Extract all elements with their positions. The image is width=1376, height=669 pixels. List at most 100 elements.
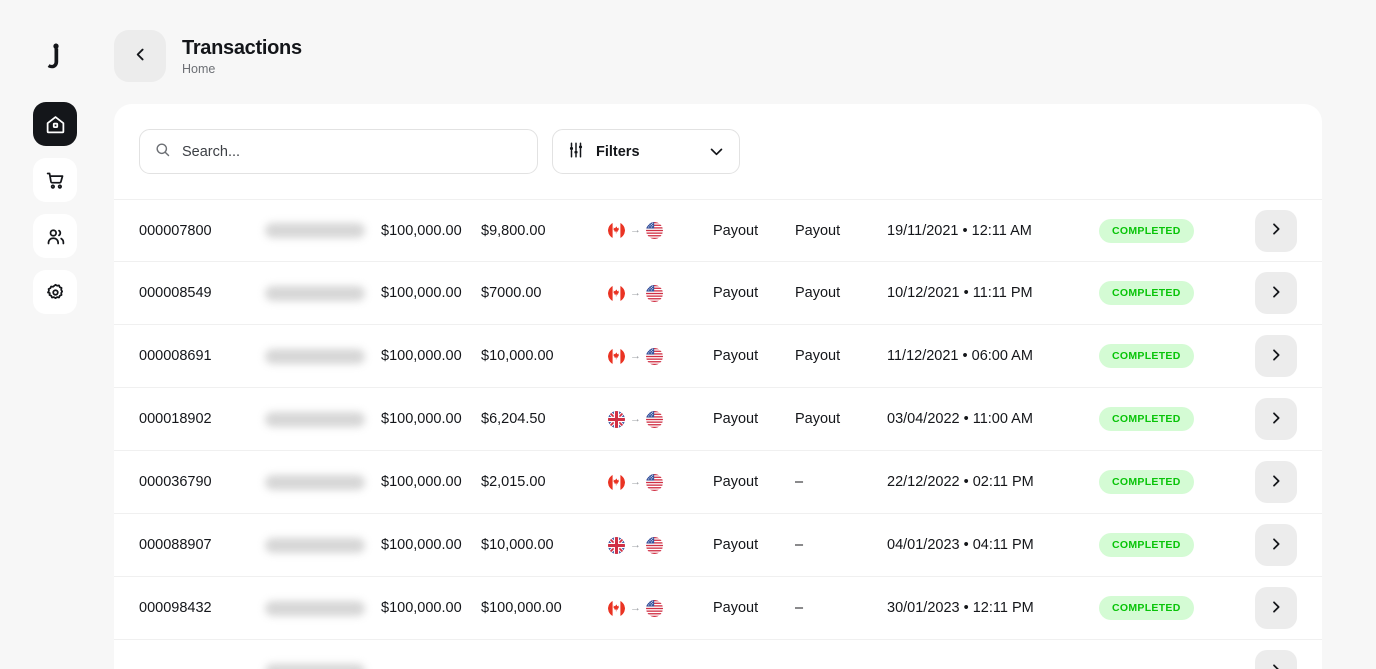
flag-us-icon bbox=[646, 411, 663, 428]
table-row[interactable]: 000098432 $100,000.00 $100,000.00 → Payout – 3… bbox=[114, 577, 1322, 640]
table-row[interactable]: 000008691 $100,000.00 $10,000.00 → Payout Pay… bbox=[114, 325, 1322, 388]
filters-button[interactable]: Filters bbox=[552, 129, 740, 174]
arrow-right-icon: → bbox=[630, 224, 641, 236]
sidebar-item-orders[interactable] bbox=[33, 158, 77, 202]
flag-us-icon bbox=[646, 285, 663, 302]
transaction-amount: $100,000.00 bbox=[381, 537, 462, 553]
transaction-type: Payout bbox=[713, 600, 759, 616]
flag-ca-icon bbox=[608, 348, 625, 365]
row-details-button[interactable] bbox=[1255, 335, 1297, 377]
app-logo bbox=[33, 34, 77, 78]
transaction-fee: $100,000.00 bbox=[481, 600, 562, 616]
shopping-cart-icon bbox=[45, 170, 66, 191]
search-input[interactable] bbox=[182, 143, 523, 160]
status-badge: COMPLETED bbox=[1099, 533, 1194, 557]
redacted-name bbox=[265, 600, 365, 616]
transaction-amount: $100,000.00 bbox=[381, 285, 462, 301]
customer-name-redacted bbox=[265, 474, 381, 490]
back-button[interactable] bbox=[114, 30, 166, 82]
redacted-name bbox=[265, 474, 365, 490]
transaction-type: Payout bbox=[713, 474, 759, 490]
flag-us-icon bbox=[646, 348, 663, 365]
page-title: Transactions bbox=[182, 36, 302, 59]
status-badge: COMPLETED bbox=[1099, 407, 1194, 431]
row-details-button[interactable] bbox=[1255, 587, 1297, 629]
transactions-page: Transactions Home Search... Filters 0000… bbox=[0, 0, 1376, 669]
flag-us-icon bbox=[646, 600, 663, 617]
sidebar-item-home[interactable] bbox=[33, 102, 77, 146]
row-details-button[interactable] bbox=[1255, 398, 1297, 440]
transaction-id: 000036790 bbox=[139, 474, 212, 490]
table-row[interactable]: 000007800 $100,000.00 $9,800.00 → Payout Payo… bbox=[114, 199, 1322, 262]
row-action-cell bbox=[1255, 272, 1297, 314]
transaction-fee: $2,015.00 bbox=[481, 474, 546, 490]
chevron-right-icon bbox=[1268, 347, 1284, 366]
transaction-fee: $10,000.00 bbox=[481, 348, 554, 364]
currency-route: → bbox=[608, 537, 713, 554]
transaction-id: 000007800 bbox=[139, 222, 212, 239]
row-details-button[interactable] bbox=[1255, 272, 1297, 314]
transaction-amount: $100,000.00 bbox=[381, 411, 462, 427]
chevron-right-icon bbox=[1268, 536, 1284, 555]
sidebar-item-settings[interactable] bbox=[33, 270, 77, 314]
transaction-id: 000088907 bbox=[139, 537, 212, 553]
chevron-down-icon bbox=[708, 143, 725, 160]
transaction-method: Payout bbox=[795, 348, 841, 364]
chevron-right-icon bbox=[1268, 284, 1284, 303]
search-icon bbox=[154, 141, 171, 163]
chevron-right-icon bbox=[1268, 410, 1284, 429]
customer-name-redacted bbox=[265, 348, 381, 364]
status-badge: COMPLETED bbox=[1099, 470, 1194, 494]
table-row[interactable]: 000018902 $100,000.00 $6,204.50 → Payout Payo… bbox=[114, 388, 1322, 451]
header-text: Transactions Home bbox=[182, 36, 302, 77]
transaction-fee: $10,000.00 bbox=[481, 537, 554, 553]
transaction-fee: $9,800.00 bbox=[481, 222, 546, 239]
transaction-type: Payout bbox=[713, 537, 759, 553]
transaction-id: 000008549 bbox=[139, 285, 212, 301]
transaction-type: Payout bbox=[713, 285, 759, 301]
chevron-right-icon bbox=[1268, 599, 1284, 618]
row-action-cell bbox=[1255, 209, 1297, 252]
sidebar-item-customers[interactable] bbox=[33, 214, 77, 258]
chevron-right-icon bbox=[1268, 473, 1284, 492]
table-row[interactable]: 000008549 $100,000.00 $7000.00 → Payout Payou… bbox=[114, 262, 1322, 325]
transaction-amount: $100,000.00 bbox=[381, 348, 462, 364]
table-row[interactable] bbox=[114, 640, 1322, 669]
status-cell: COMPLETED bbox=[1099, 533, 1249, 557]
flag-ca-icon bbox=[608, 222, 625, 239]
customer-name-redacted bbox=[265, 223, 381, 238]
flag-ca-icon bbox=[608, 474, 625, 491]
flag-us-icon bbox=[646, 474, 663, 491]
status-cell: COMPLETED bbox=[1099, 218, 1249, 243]
users-icon bbox=[45, 226, 66, 247]
transaction-date: 22/12/2022 • 02:11 PM bbox=[887, 474, 1034, 490]
row-details-button[interactable] bbox=[1255, 650, 1297, 669]
transaction-id: 000098432 bbox=[139, 600, 212, 616]
status-cell: COMPLETED bbox=[1099, 596, 1249, 620]
row-action-cell bbox=[1255, 650, 1297, 669]
transaction-method: Payout bbox=[795, 411, 841, 427]
currency-route: → bbox=[608, 600, 713, 617]
row-details-button[interactable] bbox=[1255, 461, 1297, 503]
transaction-method: Payout bbox=[795, 222, 841, 239]
redacted-name bbox=[265, 223, 365, 238]
row-details-button[interactable] bbox=[1255, 524, 1297, 566]
transaction-date: 10/12/2021 • 11:11 PM bbox=[887, 285, 1033, 301]
transaction-type: Payout bbox=[713, 348, 759, 364]
redacted-name bbox=[265, 411, 365, 427]
sliders-icon bbox=[567, 141, 585, 162]
row-details-button[interactable] bbox=[1255, 209, 1297, 252]
filters-label: Filters bbox=[596, 143, 640, 160]
transaction-id: 000008691 bbox=[139, 348, 212, 364]
transaction-date: 19/11/2021 • 12:11 AM bbox=[887, 222, 1032, 239]
arrow-right-icon: → bbox=[630, 601, 641, 614]
currency-route: → bbox=[608, 348, 713, 365]
search-box[interactable] bbox=[139, 129, 538, 174]
customer-name-redacted bbox=[265, 537, 381, 553]
table-row[interactable]: 000088907 $100,000.00 $10,000.00 → Payout – 04… bbox=[114, 514, 1322, 577]
transaction-amount: $100,000.00 bbox=[381, 222, 462, 239]
currency-route: → bbox=[608, 411, 713, 428]
transaction-id: 000018902 bbox=[139, 411, 212, 427]
chevron-left-icon bbox=[132, 46, 149, 66]
table-row[interactable]: 000036790 $100,000.00 $2,015.00 → Payout – 22/… bbox=[114, 451, 1322, 514]
